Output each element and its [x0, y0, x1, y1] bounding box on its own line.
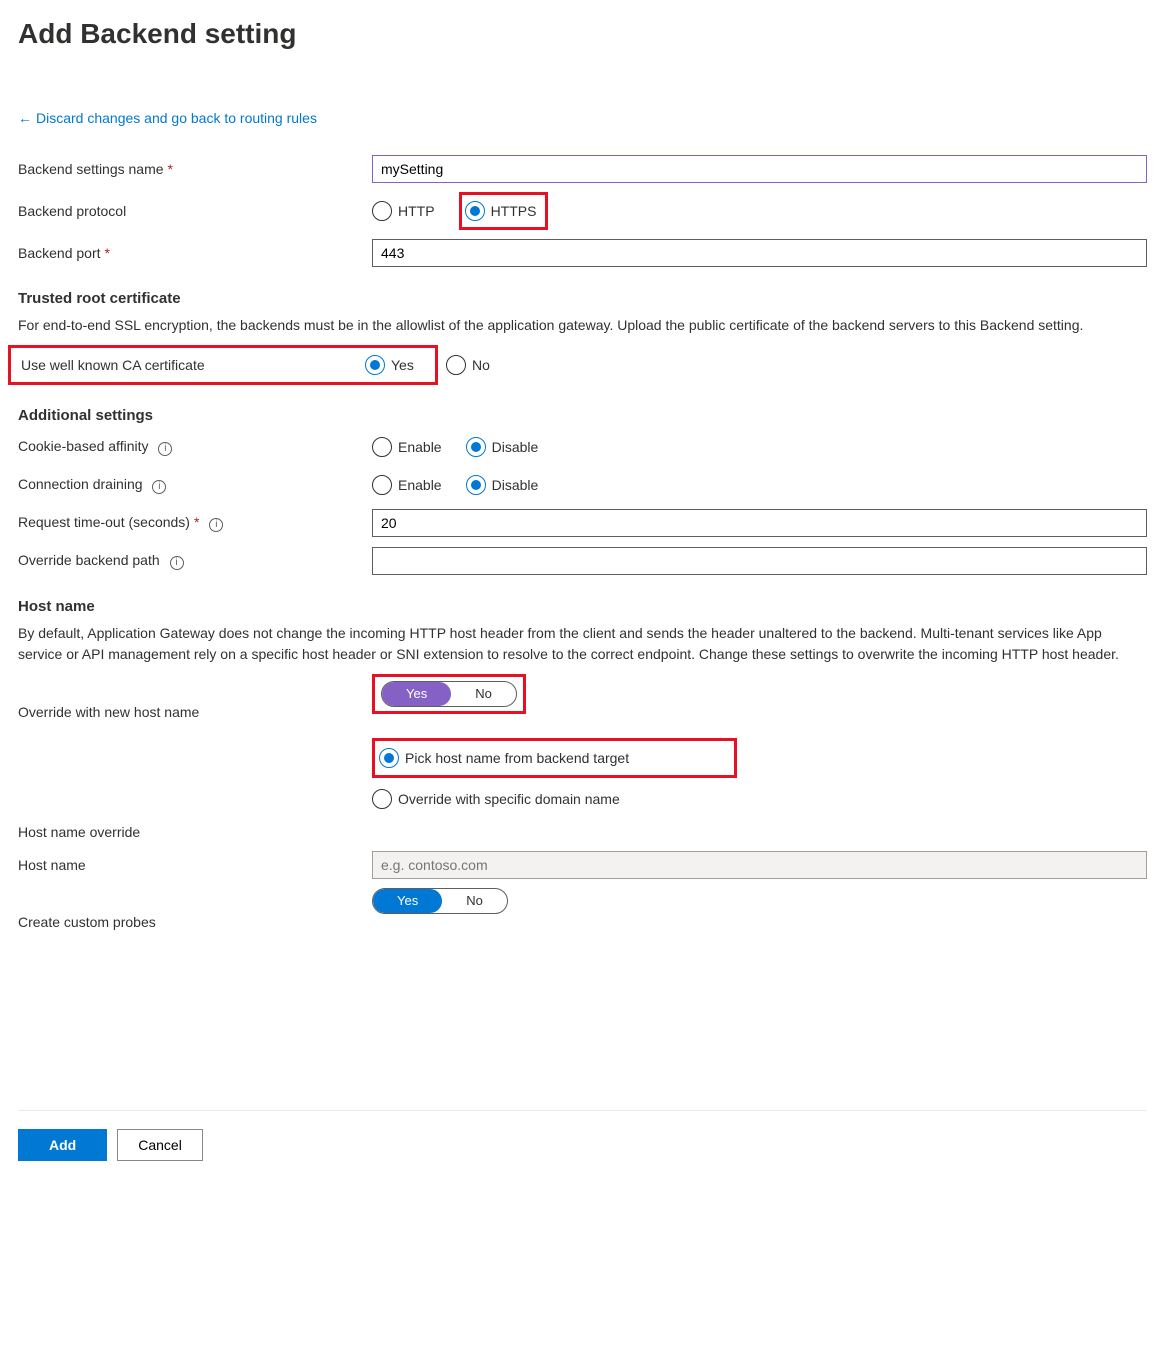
drain-disable-option[interactable]: Disable: [466, 470, 539, 500]
cookie-disable-option[interactable]: Disable: [466, 432, 539, 462]
override-new-host-label: Override with new host name: [18, 674, 372, 720]
additional-settings-heading: Additional settings: [18, 407, 1147, 424]
discard-back-link[interactable]: ←Discard changes and go back to routing …: [18, 110, 317, 126]
cancel-button[interactable]: Cancel: [117, 1129, 203, 1161]
cookie-enable-option[interactable]: Enable: [372, 432, 442, 462]
protocol-https-option[interactable]: HTTPS: [465, 196, 537, 226]
ca-no-option[interactable]: No: [446, 350, 490, 380]
settings-name-input[interactable]: [372, 155, 1147, 183]
request-timeout-input[interactable]: [372, 509, 1147, 537]
protocol-http-option[interactable]: HTTP: [372, 196, 435, 226]
port-label: Backend port*: [18, 245, 372, 261]
settings-name-label: Backend settings name*: [18, 161, 372, 177]
back-arrow-icon: ←: [18, 110, 32, 126]
request-timeout-label: Request time-out (seconds)* i: [18, 514, 372, 532]
info-icon: i: [170, 556, 184, 570]
drain-enable-text: Enable: [398, 477, 442, 493]
custom-probes-yes[interactable]: Yes: [373, 889, 442, 913]
custom-probes-toggle[interactable]: Yes No: [372, 888, 508, 914]
cookie-disable-text: Disable: [492, 439, 539, 455]
override-host-yes[interactable]: Yes: [382, 682, 451, 706]
host-name-override-label: Host name override: [18, 824, 372, 840]
info-icon: i: [209, 518, 223, 532]
protocol-label: Backend protocol: [18, 203, 372, 219]
override-specific-option[interactable]: Override with specific domain name: [372, 784, 1129, 814]
trusted-root-heading: Trusted root certificate: [18, 290, 1147, 307]
override-specific-text: Override with specific domain name: [398, 791, 620, 807]
override-host-toggle[interactable]: Yes No: [381, 681, 517, 707]
https-highlight: HTTPS: [459, 192, 549, 230]
pick-host-option[interactable]: Pick host name from backend target: [379, 743, 629, 773]
info-icon: i: [158, 442, 172, 456]
host-name-input: [372, 851, 1147, 879]
host-name-heading: Host name: [18, 598, 1147, 615]
page-title: Add Backend setting: [18, 18, 1147, 50]
ca-no-text: No: [472, 357, 490, 373]
override-path-label: Override backend path i: [18, 552, 372, 570]
ca-yes-option[interactable]: Yes: [365, 350, 414, 380]
drain-disable-text: Disable: [492, 477, 539, 493]
info-icon: i: [152, 480, 166, 494]
custom-probes-no[interactable]: No: [442, 889, 507, 913]
override-host-no[interactable]: No: [451, 682, 516, 706]
port-input[interactable]: [372, 239, 1147, 267]
protocol-https-text: HTTPS: [491, 203, 537, 219]
host-name-text: By default, Application Gateway does not…: [18, 623, 1147, 664]
drain-enable-option[interactable]: Enable: [372, 470, 442, 500]
pick-host-text: Pick host name from backend target: [405, 750, 629, 766]
cookie-enable-text: Enable: [398, 439, 442, 455]
host-name-label: Host name: [18, 857, 372, 873]
custom-probes-label: Create custom probes: [18, 888, 372, 930]
trusted-root-text: For end-to-end SSL encryption, the backe…: [18, 315, 1147, 335]
override-path-input[interactable]: [372, 547, 1147, 575]
well-known-ca-label: Use well known CA certificate: [15, 357, 365, 373]
protocol-http-text: HTTP: [398, 203, 435, 219]
ca-yes-text: Yes: [391, 357, 414, 373]
add-button[interactable]: Add: [18, 1129, 107, 1161]
connection-draining-label: Connection draining i: [18, 476, 372, 494]
cookie-affinity-label: Cookie-based affinity i: [18, 438, 372, 456]
back-link-text: Discard changes and go back to routing r…: [36, 110, 317, 126]
